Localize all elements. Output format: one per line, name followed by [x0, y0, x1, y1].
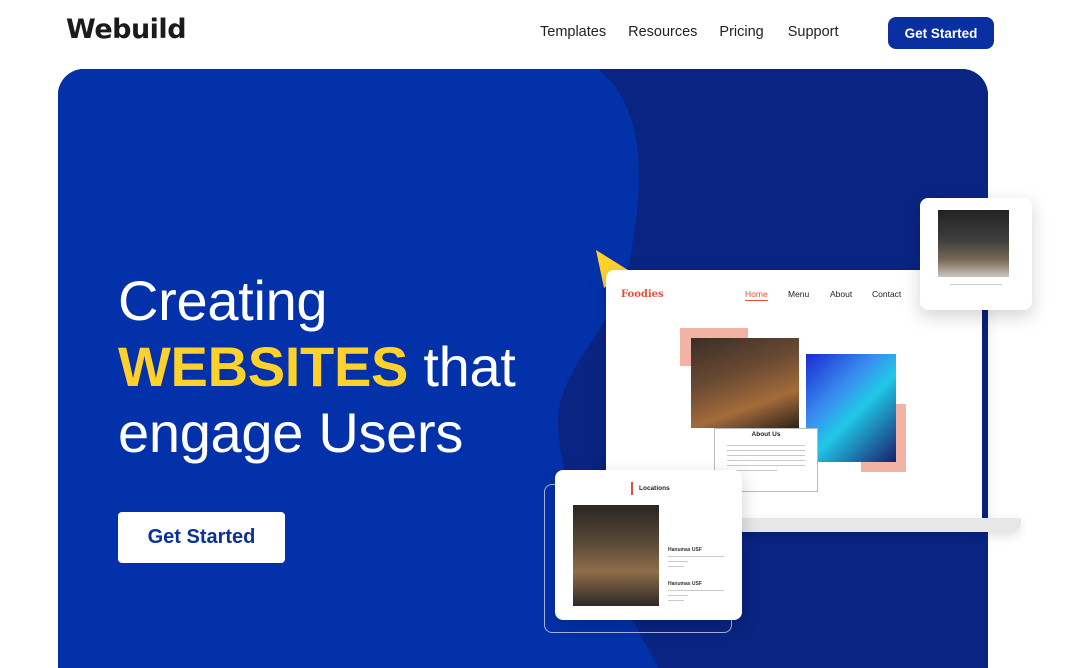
restaurant-tables-image	[938, 210, 1009, 277]
locations-card: Locations Hanumas USF Hanumas USF	[555, 470, 742, 620]
headline-line-3: engage Users	[118, 401, 464, 464]
mockup-nav-about: About	[830, 289, 853, 299]
get-started-hero-button[interactable]: Get Started	[118, 512, 285, 563]
accent-bar	[631, 482, 633, 495]
nav-pricing[interactable]: Pricing	[719, 24, 763, 40]
mockup-nav-menu: Menu	[788, 289, 810, 299]
text-line	[668, 561, 688, 562]
text-line	[668, 590, 724, 591]
text-line	[668, 566, 684, 567]
text-line	[668, 600, 684, 601]
text-line	[668, 556, 724, 557]
headline-line-1: Creating	[118, 269, 328, 332]
about-us-title: About Us	[751, 431, 781, 438]
text-line	[727, 460, 805, 461]
headline-line-2: WEBSITES that	[118, 334, 516, 400]
brand-logo[interactable]: Webuild	[66, 14, 187, 45]
nav-support[interactable]: Support	[788, 24, 839, 40]
text-line	[668, 595, 688, 596]
cafe-interior-image	[691, 338, 799, 428]
nav-resources[interactable]: Resources	[628, 24, 697, 40]
headline-highlight: WEBSITES	[118, 335, 409, 398]
location-name: Hanumas USF	[668, 581, 702, 587]
restaurant-interior-image	[573, 505, 659, 606]
text-line	[727, 450, 805, 451]
text-line	[727, 465, 805, 466]
location-name: Hanumas USF	[668, 547, 702, 553]
hero-headline: Creating WEBSITES that engage Users	[118, 268, 516, 466]
mockup-brand: Foodies	[621, 289, 664, 300]
mockup-nav-contact: Contact	[872, 289, 902, 299]
neon-portrait-image	[806, 354, 896, 462]
locations-title: Locations	[639, 485, 670, 492]
get-started-header-button[interactable]: Get Started	[888, 17, 994, 49]
caption-line	[950, 284, 1002, 285]
headline-line-2-rest: that	[408, 335, 516, 398]
text-line	[727, 445, 805, 446]
nav-templates[interactable]: Templates	[540, 24, 606, 40]
text-line	[727, 455, 805, 456]
floating-image-card	[920, 198, 1032, 310]
mockup-nav-home: Home	[745, 289, 768, 301]
top-nav: Templates Resources Pricing Support	[540, 24, 839, 40]
